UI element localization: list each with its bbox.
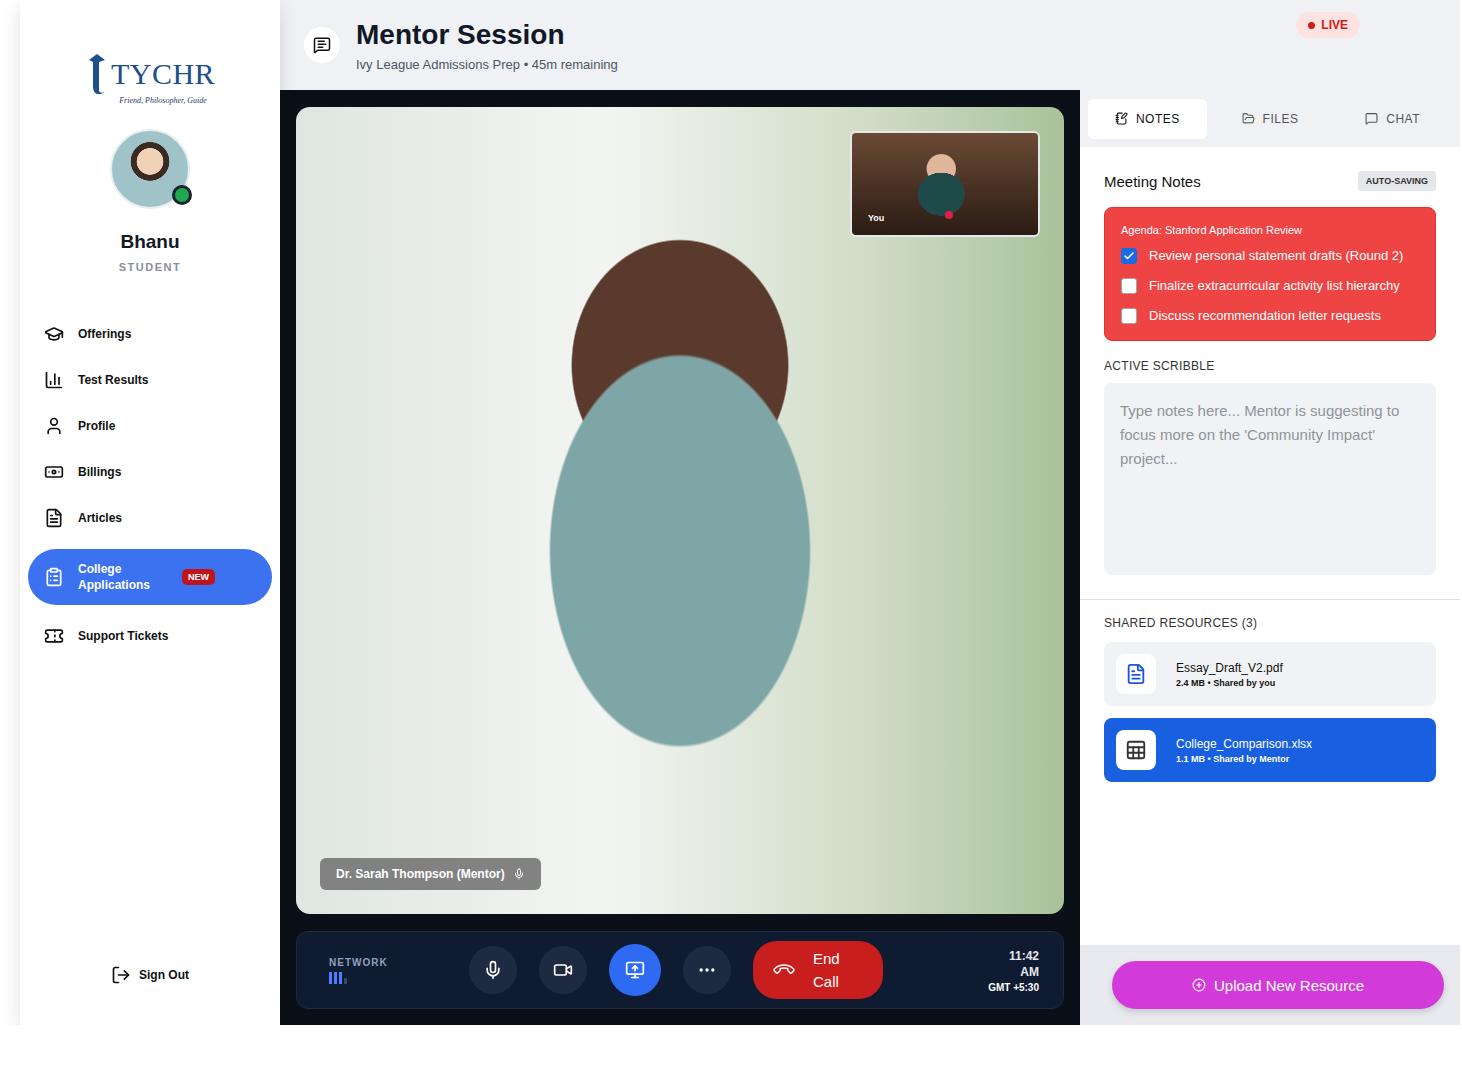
online-status-dot: [172, 185, 192, 205]
notes-title: Meeting Notes: [1104, 173, 1201, 190]
call-controls: NETWORK End Call 11:42 AMGMT +5:30: [296, 931, 1064, 1009]
clock: 11:42 AMGMT +5:30: [988, 948, 1039, 993]
sidebar-item[interactable]: Test Results: [28, 357, 272, 403]
more-button[interactable]: [683, 946, 731, 994]
end-call-button[interactable]: End Call: [753, 941, 883, 999]
nav-icon: [44, 508, 64, 528]
user-avatar: [110, 129, 190, 209]
signal-icon: [329, 972, 469, 984]
panel-tab[interactable]: CHAT: [1333, 99, 1452, 139]
sidebar-item[interactable]: Offerings: [28, 311, 272, 357]
app: TYCHR Friend, Philosopher, Guide Bhanu STUD…: [0, 0, 1462, 1025]
muted-indicator: [945, 211, 953, 219]
more-icon: [697, 960, 717, 980]
hang-up-icon: [771, 957, 796, 982]
panel-tab[interactable]: FILES: [1211, 99, 1330, 139]
share-button[interactable]: [609, 944, 661, 996]
checkbox[interactable]: [1121, 248, 1137, 264]
self-label: You: [868, 213, 884, 223]
checkbox[interactable]: [1121, 308, 1137, 324]
agenda-title: Agenda: Stanford Application Review: [1121, 224, 1419, 236]
sidebar-item[interactable]: Billings: [28, 449, 272, 495]
nav-icon: [44, 370, 64, 390]
sidebar-item[interactable]: Articles: [28, 495, 272, 541]
tab-icon: [1115, 112, 1128, 125]
check-icon: [1123, 250, 1135, 262]
mentor-label: Dr. Sarah Thompson (Mentor): [320, 858, 541, 890]
page-subtitle: Ivy League Admissions Prep • 45m remaini…: [356, 57, 1280, 72]
shared-resources: SHARED RESOURCES (3) Essay_Draft_V2.pdf2.…: [1080, 600, 1460, 945]
side-panel: NOTESFILESCHAT Meeting Notes AUTO-SAVING Ag…: [1080, 90, 1460, 1025]
nav-icon: [44, 626, 64, 646]
mic-button[interactable]: [469, 946, 517, 994]
session-icon: [304, 27, 340, 63]
scribble-input[interactable]: [1104, 383, 1436, 575]
agenda-item[interactable]: Finalize extracurricular activity list h…: [1121, 276, 1419, 296]
nav-icon: [44, 324, 64, 344]
new-badge: NEW: [182, 569, 215, 585]
tab-icon: [1242, 112, 1255, 125]
share-icon: [625, 960, 645, 980]
plus-icon: [1192, 978, 1206, 992]
nav-icon: [44, 567, 64, 587]
scribble-title: ACTIVE SCRIBBLE: [1104, 359, 1436, 373]
network-indicator: NETWORK: [329, 957, 469, 984]
sidebar: TYCHR Friend, Philosopher, Guide Bhanu STUD…: [20, 0, 280, 1025]
agenda-card: Agenda: Stanford Application Review Revie…: [1104, 207, 1436, 341]
sign-out-button[interactable]: Sign Out: [111, 965, 189, 985]
camera-icon: [553, 960, 573, 980]
self-view[interactable]: You: [850, 131, 1040, 237]
logo-figure-icon: [85, 52, 109, 96]
agenda-item[interactable]: Discuss recommendation letter requests: [1121, 306, 1419, 326]
logo: TYCHR Friend, Philosopher, Guide: [85, 52, 215, 105]
notes-section: Meeting Notes AUTO-SAVING Agenda: Stanford…: [1080, 147, 1460, 575]
sidebar-item[interactable]: Profile: [28, 403, 272, 449]
resource-item[interactable]: Essay_Draft_V2.pdf2.4 MB • Shared by you: [1104, 642, 1436, 706]
logo-text: TYCHR: [111, 57, 215, 91]
tab-icon: [1365, 112, 1378, 125]
resource-item[interactable]: College_Comparison.xlsx1.1 MB • Shared b…: [1104, 718, 1436, 782]
checkbox[interactable]: [1121, 278, 1137, 294]
panel-tabs: NOTESFILESCHAT: [1080, 90, 1460, 147]
sidebar-item[interactable]: College ApplicationsNEW: [28, 549, 272, 605]
user-role: STUDENT: [119, 261, 181, 273]
upload-button[interactable]: Upload New Resource: [1112, 961, 1444, 1009]
sign-out-icon: [111, 965, 131, 985]
page-title: Mentor Session: [356, 19, 1280, 51]
sidebar-item[interactable]: Support Tickets: [28, 613, 272, 659]
live-badge: LIVE: [1296, 12, 1360, 38]
nav-icon: [44, 462, 64, 482]
resources-title: SHARED RESOURCES (3): [1104, 616, 1436, 630]
agenda-item[interactable]: Review personal statement drafts (Round …: [1121, 246, 1419, 266]
panel-tab[interactable]: NOTES: [1088, 99, 1207, 139]
saving-status: AUTO-SAVING: [1358, 171, 1436, 191]
mic-icon: [513, 868, 525, 880]
nav-icon: [44, 416, 64, 436]
document-icon: [1125, 663, 1147, 685]
header: Mentor Session Ivy League Admissions Prep…: [280, 0, 1460, 90]
video-stage: You Dr. Sarah Thompson (Mentor) NETWORK End…: [280, 90, 1080, 1025]
user-name: Bhanu: [120, 231, 179, 253]
spreadsheet-icon: [1125, 739, 1147, 761]
camera-button[interactable]: [539, 946, 587, 994]
mentor-video: You Dr. Sarah Thompson (Mentor): [296, 107, 1064, 914]
main: Mentor Session Ivy League Admissions Prep…: [280, 0, 1460, 1025]
sidebar-nav: OfferingsTest ResultsProfileBillingsArti…: [28, 311, 272, 659]
logo-tagline: Friend, Philosopher, Guide: [119, 96, 207, 105]
mic-icon: [483, 960, 503, 980]
